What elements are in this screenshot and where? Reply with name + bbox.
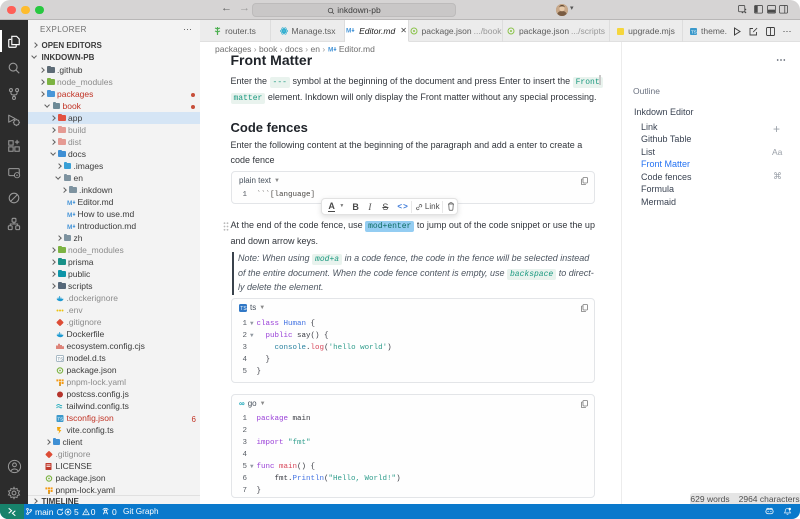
svg-text:M: M <box>67 200 72 206</box>
svg-text:M: M <box>328 47 333 54</box>
svg-text:TS: TS <box>691 29 697 34</box>
svg-text:TS: TS <box>58 356 64 361</box>
svg-text:M: M <box>67 224 72 230</box>
svg-text:TS: TS <box>240 306 247 312</box>
svg-text:M: M <box>67 212 72 218</box>
svg-text:TS: TS <box>57 416 63 421</box>
svg-text:M: M <box>346 28 351 35</box>
